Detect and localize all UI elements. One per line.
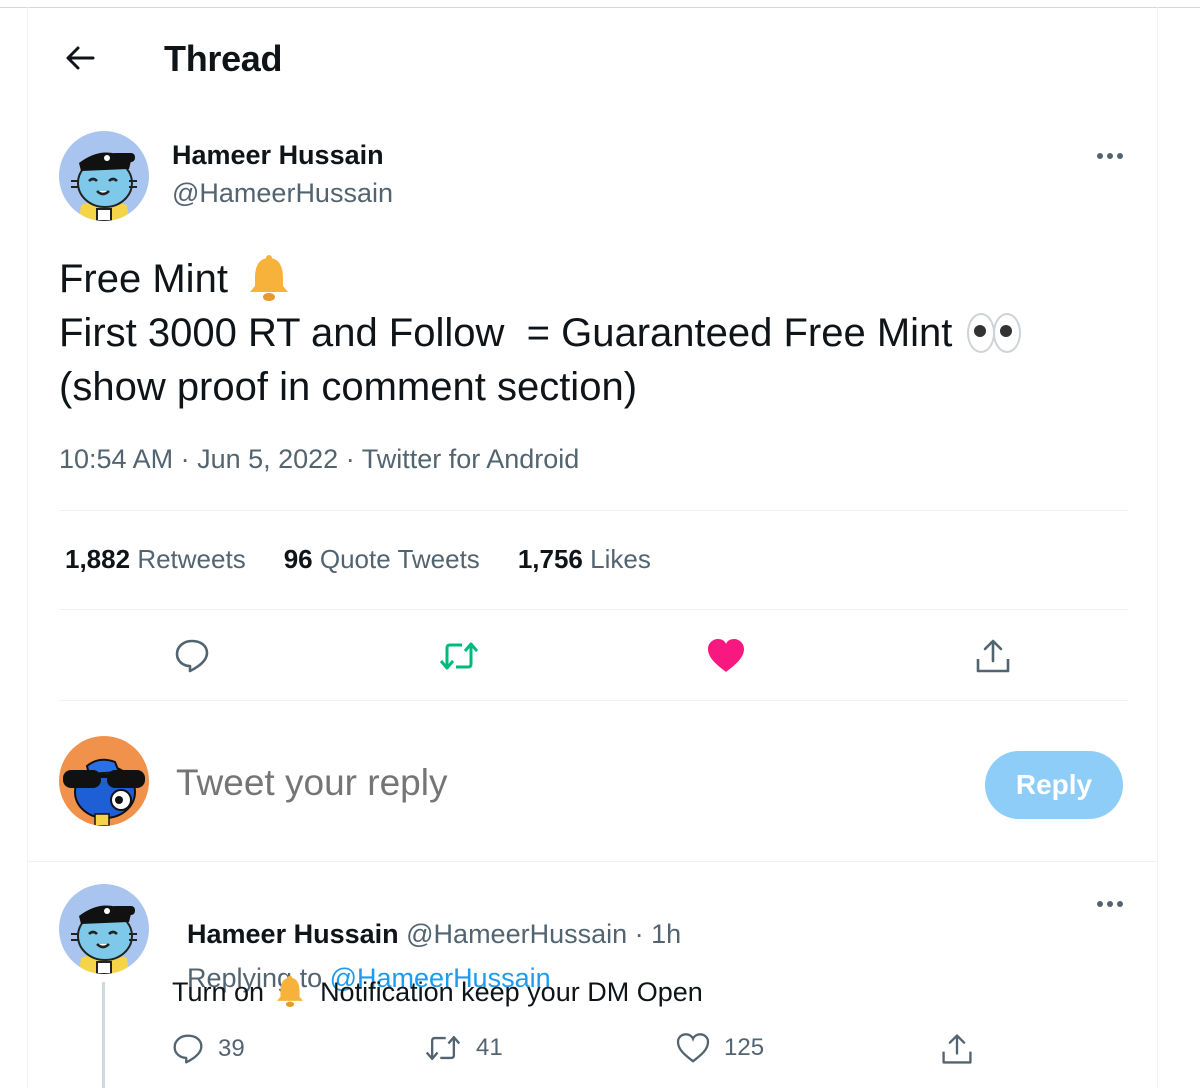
tweet-line: (show proof in comment section) bbox=[59, 360, 1139, 414]
reply-submit-button[interactable]: Reply bbox=[985, 751, 1123, 819]
likes-count: 1,756 bbox=[517, 544, 583, 574]
back-button[interactable] bbox=[58, 36, 102, 80]
arrow-left-icon bbox=[66, 46, 95, 70]
reply-bubble-icon bbox=[173, 1034, 203, 1064]
bell-emoji-icon bbox=[277, 975, 303, 1007]
reply-input[interactable] bbox=[176, 762, 956, 804]
bell-emoji-icon bbox=[249, 255, 288, 301]
quote-tweets-label: Quote Tweets bbox=[319, 544, 480, 574]
tweet-stats: 1,882 Retweets 96 Quote Tweets 1,756 Lik… bbox=[65, 544, 651, 575]
divider bbox=[59, 609, 1128, 610]
reply-like-button[interactable]: 125 bbox=[676, 1033, 764, 1063]
share-icon bbox=[942, 1034, 972, 1064]
more-dots-icon bbox=[1097, 901, 1123, 907]
divider bbox=[59, 700, 1128, 701]
retweets-stat[interactable]: 1,882 Retweets bbox=[65, 544, 246, 575]
retweet-action-button[interactable] bbox=[433, 630, 485, 682]
like-action-button[interactable] bbox=[700, 630, 752, 682]
tweet-timestamp[interactable]: 10:54 AM · Jun 5, 2022 · Twitter for And… bbox=[59, 444, 579, 475]
reply-retweet-button[interactable]: 41 bbox=[424, 1033, 503, 1063]
quote-tweets-stat[interactable]: 96 Quote Tweets bbox=[284, 544, 480, 575]
author-handle[interactable]: @HameerHussain bbox=[172, 178, 393, 209]
reply-text: Turn on Notification keep your DM Open bbox=[172, 975, 703, 1009]
heart-filled-icon bbox=[708, 639, 744, 672]
tweet-line: Free Mint bbox=[59, 252, 1139, 306]
eyes-emoji-icon bbox=[967, 313, 1022, 353]
reply-share-button[interactable] bbox=[940, 1032, 974, 1066]
likes-stat[interactable]: 1,756 Likes bbox=[518, 544, 651, 575]
more-dots-icon bbox=[1097, 153, 1123, 159]
reply-author-avatar[interactable] bbox=[59, 884, 149, 974]
share-icon bbox=[976, 639, 1010, 673]
current-user-avatar[interactable] bbox=[59, 736, 149, 826]
more-options-button[interactable] bbox=[1090, 141, 1130, 171]
page-title: Thread bbox=[164, 38, 283, 79]
reply-bubble-icon bbox=[175, 639, 209, 673]
avatar-character-icon bbox=[59, 884, 149, 974]
column-border-right bbox=[1157, 7, 1158, 1088]
divider bbox=[59, 510, 1128, 511]
like-count: 125 bbox=[724, 1034, 765, 1061]
author-avatar[interactable] bbox=[59, 131, 149, 221]
retweets-count: 1,882 bbox=[65, 544, 131, 574]
likes-label: Likes bbox=[590, 544, 651, 574]
column-border-left bbox=[27, 7, 28, 1088]
share-action-button[interactable] bbox=[967, 630, 1019, 682]
author-name[interactable]: Hameer Hussain bbox=[172, 140, 384, 171]
tweet-line-text: First 3000 RT and Follow = Guaranteed Fr… bbox=[59, 311, 953, 355]
quote-tweets-count: 96 bbox=[283, 544, 313, 574]
reply-text-before: Turn on bbox=[172, 976, 265, 1007]
tweet-line-text: (show proof in comment section) bbox=[59, 365, 638, 409]
retweet-icon bbox=[439, 642, 479, 670]
tweet-line: First 3000 RT and Follow = Guaranteed Fr… bbox=[59, 306, 1139, 360]
tweet-line-text: Free Mint bbox=[59, 257, 228, 301]
heart-outline-icon bbox=[676, 1033, 710, 1063]
retweet-count: 41 bbox=[476, 1034, 503, 1061]
tweet-text: Free Mint First 3000 RT and Follow = Gua… bbox=[59, 252, 1139, 414]
reply-count: 39 bbox=[218, 1035, 245, 1062]
avatar-character-icon bbox=[59, 736, 149, 826]
retweet-icon bbox=[425, 1035, 461, 1061]
reply-action-button[interactable] bbox=[166, 630, 218, 682]
avatar-character-icon bbox=[59, 131, 149, 221]
reply-more-options-button[interactable] bbox=[1090, 889, 1130, 919]
reply-reply-button[interactable]: 39 bbox=[172, 1033, 245, 1065]
thread-connector-line bbox=[102, 982, 105, 1088]
reply-time[interactable]: · 1h bbox=[635, 919, 682, 949]
retweets-label: Retweets bbox=[137, 544, 246, 574]
divider bbox=[28, 861, 1157, 862]
reply-text-after: Notification keep your DM Open bbox=[320, 976, 703, 1007]
thread-header: Thread bbox=[28, 8, 1157, 108]
